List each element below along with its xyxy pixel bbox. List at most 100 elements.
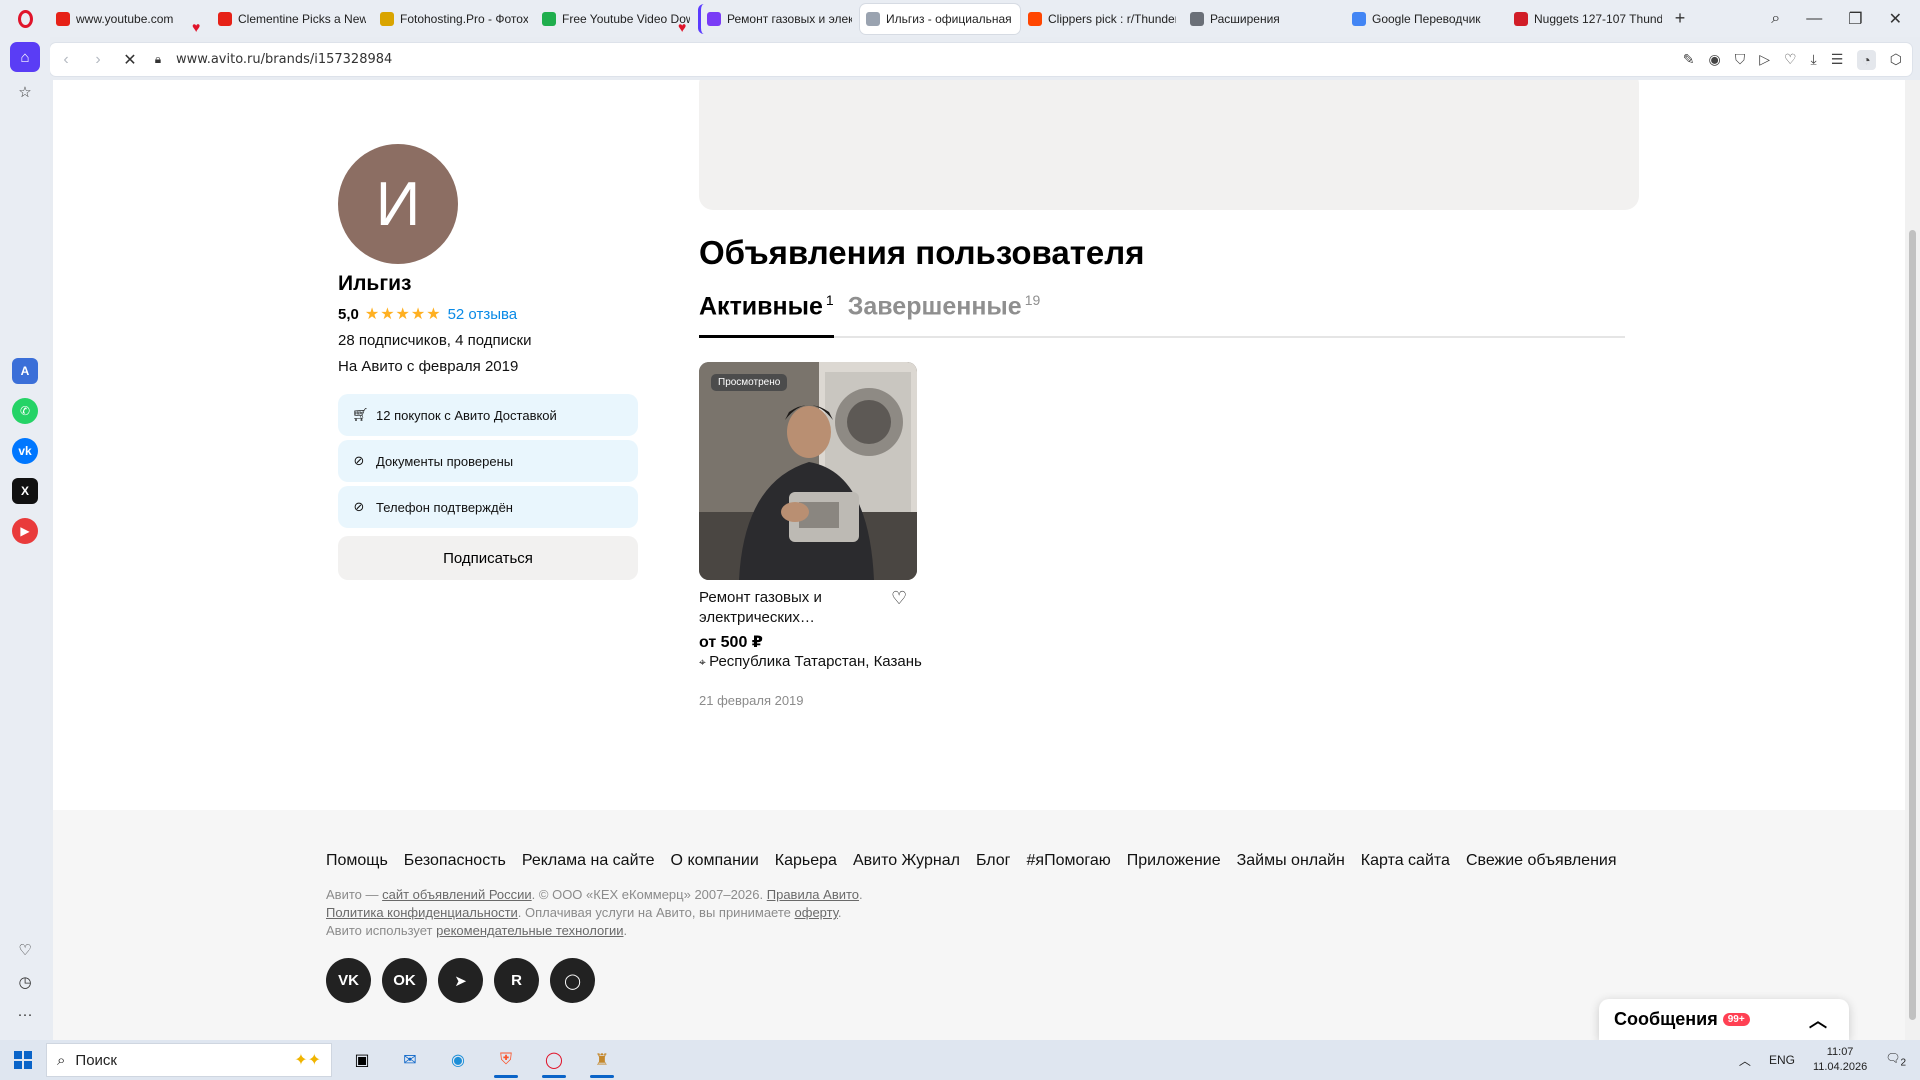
check-circle-icon: ⊘: [353, 453, 365, 468]
footer-link[interactable]: Блог: [976, 852, 1011, 870]
browser-tab[interactable]: Расширения: [1184, 4, 1344, 34]
restore-button[interactable]: ❐: [1848, 9, 1862, 29]
page-scrollbar[interactable]: [1905, 80, 1920, 1040]
task-view-icon[interactable]: ▣: [338, 1040, 386, 1080]
footer-link[interactable]: Безопасность: [404, 852, 506, 870]
more-icon[interactable]: ···: [10, 999, 40, 1029]
browser-tab[interactable]: Ильгиз - официальная ст: [860, 3, 1020, 34]
browser-tab[interactable]: Clippers pick : r/Thunder: [1022, 4, 1182, 34]
favorite-heart-icon[interactable]: ♡: [891, 588, 907, 609]
footer-link[interactable]: Займы онлайн: [1237, 852, 1345, 870]
forward-button[interactable]: ›: [82, 51, 114, 69]
telegram-icon[interactable]: ➤: [438, 958, 483, 1003]
footer-link[interactable]: Карта сайта: [1361, 852, 1450, 870]
footer-link[interactable]: О компании: [671, 852, 759, 870]
messages-widget[interactable]: Сообщения 99+ ︿: [1599, 999, 1849, 1040]
tab-active[interactable]: Активные 1: [699, 292, 834, 338]
youtube-icon: [56, 11, 70, 26]
privacy-policy-link[interactable]: Политика конфиденциальности: [326, 905, 518, 920]
opera-icon[interactable]: ◯: [530, 1040, 578, 1080]
odnoklassniki-icon[interactable]: OK: [382, 958, 427, 1003]
browser-tab[interactable]: www.youtube.com ♥: [50, 4, 210, 34]
x-twitter-icon[interactable]: X: [12, 478, 38, 504]
opera-sidebar: ⌂ ☆ A ✆ vk X ▶ ♡ ◷ ···: [0, 37, 50, 1040]
footer-link[interactable]: Реклама на сайте: [522, 852, 655, 870]
outlook-icon[interactable]: ✉: [386, 1040, 434, 1080]
browser-tab[interactable]: Nuggets 127-107 Thunde: [1508, 4, 1668, 34]
history-icon[interactable]: ◷: [10, 967, 40, 997]
notifications-icon[interactable]: 🗨︎2: [1885, 1051, 1906, 1068]
url-field[interactable]: www.avito.ru/brands/i157328984: [176, 52, 392, 67]
listing-photo[interactable]: Просмотрено: [699, 362, 917, 580]
listing-title[interactable]: Ремонт газовых и электрических…: [699, 588, 879, 628]
home-icon[interactable]: ⌂: [10, 42, 40, 72]
footer-link[interactable]: #яПомогаю: [1027, 852, 1111, 870]
tab-finished[interactable]: Завершенные 19: [848, 292, 1041, 336]
edit-icon[interactable]: ✎: [1683, 51, 1695, 68]
game-app-icon[interactable]: ♜: [578, 1040, 626, 1080]
taskbar-search[interactable]: ⌕ Поиск ✦✦: [46, 1043, 332, 1077]
easy-setup-icon[interactable]: ☰: [1831, 51, 1844, 68]
whatsapp-icon[interactable]: ✆: [12, 398, 38, 424]
tab-strip: www.youtube.com ♥ Clementine Picks a New S…: [0, 0, 1920, 37]
tab-title: Clippers pick : r/Thunder: [1048, 11, 1176, 26]
badge-text: 12 покупок с Авито Доставкой: [376, 407, 557, 423]
copilot-sparkle-icon: ✦✦: [294, 1052, 321, 1069]
reviews-link[interactable]: 52 отзыва: [448, 306, 518, 323]
offer-link[interactable]: оферту: [795, 905, 838, 920]
extensions-icon[interactable]: ⬡: [1890, 51, 1902, 68]
new-tab-button[interactable]: +: [1668, 8, 1692, 29]
chevron-up-icon[interactable]: ︿: [1809, 1007, 1827, 1033]
download-icon[interactable]: ⤓: [1811, 51, 1817, 68]
browser-tab[interactable]: Fotohosting.Pro - Фотох: [374, 4, 534, 34]
tray-chevron-icon[interactable]: ︿: [1739, 1052, 1751, 1069]
app-store-icon[interactable]: A: [12, 358, 38, 384]
edge-icon[interactable]: ◉: [434, 1040, 482, 1080]
stop-loading-button[interactable]: ✕: [114, 50, 146, 70]
footer-link[interactable]: Авито Журнал: [853, 852, 960, 870]
browser-tab[interactable]: Free Youtube Video Dow ♥: [536, 4, 696, 34]
snapshot-icon[interactable]: ◉: [1708, 51, 1720, 68]
footer-link[interactable]: Свежие объявления: [1466, 852, 1617, 870]
footer-link[interactable]: Приложение: [1127, 852, 1221, 870]
listing-tabs: Активные 1 Завершенные 19: [699, 292, 1625, 338]
search-tabs-icon[interactable]: ⌕: [1771, 10, 1780, 28]
play-icon[interactable]: ▷: [1759, 51, 1770, 68]
russia-classifieds-link[interactable]: сайт объявлений России: [382, 887, 532, 902]
recommendation-tech-link[interactable]: рекомендательные технологии: [436, 923, 623, 938]
lock-icon[interactable]: 🔒︎: [146, 52, 170, 67]
tab-title: Clementine Picks a New S: [238, 11, 366, 26]
browser-tab[interactable]: Ремонт газовых и элект: [698, 3, 858, 34]
vk-icon[interactable]: VK: [326, 958, 371, 1003]
clock[interactable]: 11:07 11.04.2026: [1813, 1045, 1867, 1075]
minimize-button[interactable]: —: [1806, 10, 1822, 28]
footer-link[interactable]: Помощь: [326, 852, 388, 870]
footer-link[interactable]: Карьера: [775, 852, 837, 870]
vk-icon[interactable]: vk: [12, 438, 38, 464]
fotohosting-icon: [380, 11, 394, 26]
profile-icon[interactable]: ◔: [1857, 49, 1876, 70]
dzen-icon[interactable]: ◯: [550, 958, 595, 1003]
back-button[interactable]: ‹: [50, 51, 82, 69]
scrollbar-thumb[interactable]: [1909, 230, 1916, 1020]
adblock-icon[interactable]: ⛉: [1735, 51, 1746, 68]
close-window-button[interactable]: ✕: [1889, 9, 1902, 29]
badge-text: Документы проверены: [376, 453, 514, 469]
aria-icon[interactable]: ☆: [10, 77, 40, 107]
avito-icon: [707, 11, 721, 26]
subscribe-button[interactable]: Подписаться: [338, 536, 638, 580]
avito-rules-link[interactable]: Правила Авито: [767, 887, 859, 902]
language-indicator[interactable]: ENG: [1769, 1053, 1795, 1067]
heart-badge-icon: ♥: [192, 18, 201, 34]
music-player-icon[interactable]: ▶: [12, 518, 38, 544]
start-button[interactable]: [0, 1040, 46, 1080]
browser-tab[interactable]: Google Переводчик: [1346, 4, 1506, 34]
brave-icon[interactable]: ⛨: [482, 1040, 530, 1080]
favorites-icon[interactable]: ♡: [10, 935, 40, 965]
bookmark-heart-icon[interactable]: ♡: [1784, 51, 1797, 68]
opera-menu-button[interactable]: [0, 0, 50, 37]
rutube-icon[interactable]: R: [494, 958, 539, 1003]
avatar[interactable]: И: [338, 144, 458, 264]
followers-text[interactable]: 28 подписчиков, 4 подписки: [338, 332, 531, 349]
browser-tab[interactable]: Clementine Picks a New S: [212, 4, 372, 34]
